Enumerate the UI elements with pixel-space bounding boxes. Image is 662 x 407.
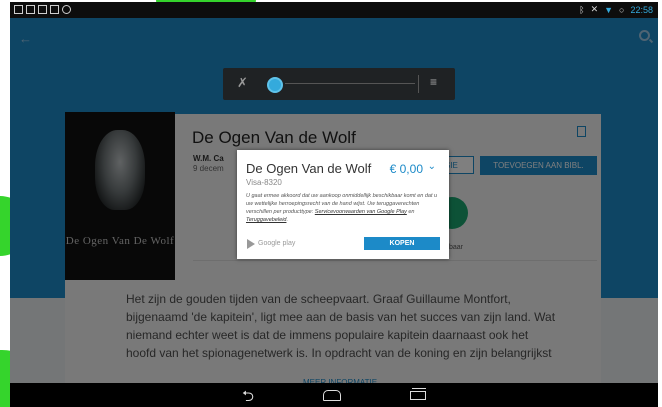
- purchase-dialog: De Ogen Van de Wolf € 0,00 ⌄ Visa-8320 U…: [237, 150, 449, 259]
- tablet-screen: ᛒ ✕ ▼ ○ 22:58 ← De Ogen Van De Wolf De O…: [10, 2, 658, 407]
- screenshot-icon: [14, 5, 23, 14]
- google-play-brand: Google play: [258, 240, 296, 247]
- mail-icon: [38, 5, 47, 14]
- mute-icon[interactable]: ✗: [237, 75, 248, 91]
- equalizer-icon[interactable]: ≡: [430, 75, 437, 89]
- divider: [418, 75, 419, 93]
- back-icon[interactable]: ⮌: [242, 386, 254, 407]
- terms-link[interactable]: Servicevoorwaarden van Google Play: [315, 209, 407, 215]
- chevron-down-icon[interactable]: ⌄: [428, 161, 436, 172]
- volume-panel: ✗ ≡: [223, 68, 455, 100]
- clock: 22:58: [630, 4, 653, 15]
- bluetooth-icon: ᛒ: [579, 4, 585, 15]
- gallery-icon: [26, 5, 35, 14]
- system-icons: ᛒ ✕ ▼ ○ 22:58: [579, 4, 653, 15]
- volume-slider-thumb[interactable]: [267, 77, 283, 93]
- mail-icon: [50, 5, 59, 14]
- payment-method[interactable]: Visa-8320: [246, 178, 282, 187]
- recent-apps-icon[interactable]: [410, 388, 426, 400]
- price-selector[interactable]: € 0,00: [390, 162, 423, 176]
- wifi-icon: ▼: [604, 4, 614, 15]
- dialog-title: De Ogen Van de Wolf: [246, 161, 372, 176]
- google-play-icon: [247, 239, 255, 249]
- status-bar: ᛒ ✕ ▼ ○ 22:58: [10, 2, 658, 18]
- legal-notice: U gaat ermee akkoord dat uw aankoop onmi…: [246, 193, 438, 223]
- notice-text: en: [408, 209, 415, 215]
- chrome-icon: [62, 5, 71, 14]
- home-icon[interactable]: [323, 390, 341, 401]
- refund-link[interactable]: Teruggavebeleid: [246, 217, 286, 223]
- buy-button[interactable]: KOPEN: [364, 237, 440, 250]
- navigation-bar: ⮌: [10, 383, 658, 407]
- volume-track[interactable]: [285, 83, 415, 84]
- battery-icon: ○: [619, 4, 625, 15]
- mute-icon: ✕: [590, 4, 599, 14]
- notification-icons: [14, 5, 71, 14]
